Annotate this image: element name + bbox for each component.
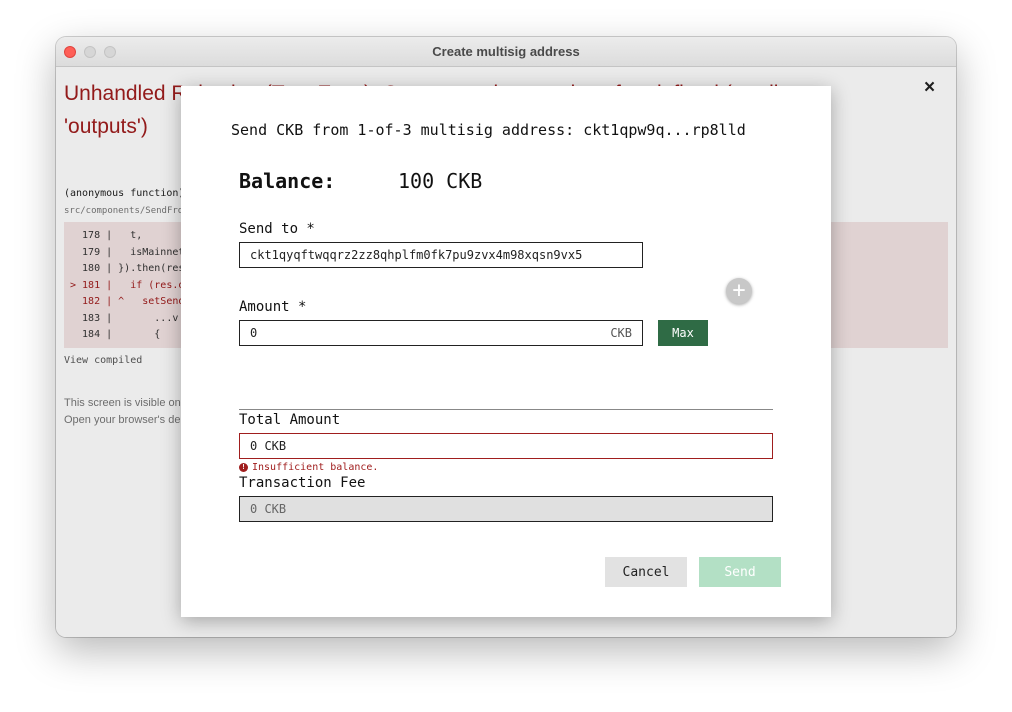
window-title: Create multisig address [432, 44, 580, 59]
insufficient-balance-error: ! Insufficient balance. [239, 462, 378, 473]
balance-label: Balance: [239, 169, 336, 193]
total-amount-field: 0 CKB [239, 433, 773, 459]
send-to-input[interactable]: ckt1qyqftwqqrz2zz8qhplfm0fk7pu9zvx4m98xq… [239, 242, 643, 268]
title-bar: Create multisig address [56, 37, 956, 67]
send-to-value: ckt1qyqftwqqrz2zz8qhplfm0fk7pu9zvx4m98xq… [250, 248, 583, 262]
send-dialog: Send CKB from 1-of-3 multisig address: c… [181, 86, 831, 617]
error-icon: ! [239, 463, 248, 472]
transaction-fee-label: Transaction Fee [239, 475, 366, 491]
max-button[interactable]: Max [658, 320, 708, 346]
amount-value: 0 [250, 326, 258, 340]
dialog-title: Send CKB from 1-of-3 multisig address: c… [231, 121, 746, 139]
total-amount-value: 0 CKB [250, 439, 287, 453]
amount-label: Amount * [239, 299, 307, 315]
send-to-label: Send to * [239, 221, 315, 237]
error-message: Insufficient balance. [252, 462, 379, 473]
transaction-fee-value: 0 CKB [250, 502, 287, 516]
amount-input[interactable]: 0 CKB [239, 320, 643, 346]
cancel-button[interactable]: Cancel [605, 557, 687, 587]
total-amount-label: Total Amount [239, 412, 341, 428]
balance-value: 100 CKB [398, 169, 483, 193]
send-button[interactable]: Send [699, 557, 781, 587]
transaction-fee-field: 0 CKB [239, 496, 773, 522]
add-recipient-icon[interactable]: + [726, 278, 752, 304]
amount-unit: CKB [610, 326, 632, 340]
divider [239, 409, 773, 410]
